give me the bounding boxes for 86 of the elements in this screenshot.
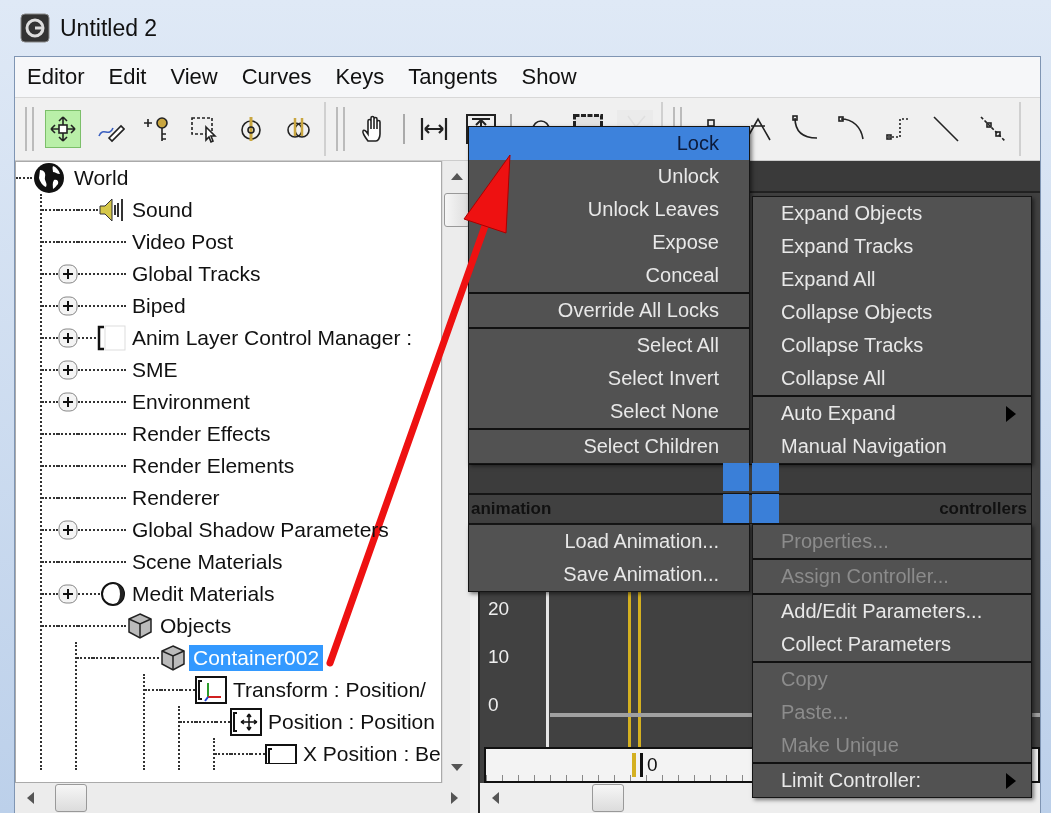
tree-item[interactable]: Sound bbox=[128, 197, 197, 223]
menu-item[interactable]: Expand Objects bbox=[753, 197, 1031, 230]
menu-item[interactable]: Collapse Tracks bbox=[753, 329, 1031, 362]
tree-item[interactable]: Biped bbox=[128, 293, 190, 319]
toolbar-grip[interactable] bbox=[336, 107, 345, 151]
tree-item[interactable]: SME bbox=[128, 357, 182, 383]
menu-item[interactable]: Limit Controller: bbox=[753, 764, 1031, 797]
menu-item[interactable]: Load Animation... bbox=[469, 525, 749, 558]
bracket-icon bbox=[96, 324, 126, 352]
cube-icon bbox=[126, 612, 154, 640]
cube-icon bbox=[159, 644, 187, 672]
playhead-marker[interactable] bbox=[632, 753, 636, 777]
diagonal-line-icon bbox=[931, 114, 961, 144]
tree-item[interactable]: Renderer bbox=[128, 485, 224, 511]
axis-label: 20 bbox=[488, 598, 510, 620]
selection-cursor-icon bbox=[189, 114, 219, 144]
move-arrows-icon bbox=[48, 114, 78, 144]
expand-icon[interactable] bbox=[58, 360, 78, 380]
menu-item[interactable]: Select All bbox=[469, 329, 749, 362]
expand-icon[interactable] bbox=[58, 296, 78, 316]
axis-label: 10 bbox=[488, 646, 510, 668]
tree-item[interactable]: Anim Layer Control Manager : bbox=[128, 325, 417, 351]
expand-icon[interactable] bbox=[58, 584, 78, 604]
frame-label: 0 bbox=[640, 753, 658, 777]
tree-item[interactable]: X Position : Be bbox=[299, 741, 441, 767]
move-arrows-icon bbox=[230, 708, 262, 736]
bracket-icon bbox=[265, 744, 297, 764]
menu-item[interactable]: Select None bbox=[469, 395, 749, 428]
expand-icon[interactable] bbox=[58, 520, 78, 540]
tree-item[interactable]: Scene Materials bbox=[128, 549, 287, 575]
tree-item[interactable]: Video Post bbox=[128, 229, 238, 255]
tree-item[interactable]: World bbox=[70, 165, 133, 191]
menu-item[interactable]: Select Invert bbox=[469, 362, 749, 395]
tree-item[interactable]: Environment bbox=[128, 389, 254, 415]
menu-item[interactable]: Conceal bbox=[469, 259, 749, 292]
dotted-line-icon bbox=[978, 114, 1008, 144]
scroll-thumb[interactable] bbox=[55, 784, 87, 812]
vertical-scrollbar[interactable] bbox=[442, 161, 470, 783]
tree-item[interactable]: Objects bbox=[156, 613, 236, 639]
scroll-left-icon[interactable] bbox=[490, 791, 500, 805]
scroll-left-icon[interactable] bbox=[25, 791, 35, 805]
menu-item[interactable]: Unlock Leaves bbox=[469, 193, 749, 226]
menu-item[interactable]: Select Children bbox=[469, 430, 749, 463]
menu-item[interactable]: Curves bbox=[229, 64, 324, 90]
menu-item[interactable]: Tangents bbox=[396, 64, 510, 90]
scroll-down-icon[interactable] bbox=[449, 763, 464, 773]
tree-item[interactable]: Render Effects bbox=[128, 421, 275, 447]
tree-item[interactable]: Global Tracks bbox=[128, 261, 265, 287]
scroll-right-icon[interactable] bbox=[450, 791, 460, 805]
tree-item[interactable]: Position : Position bbox=[264, 709, 439, 735]
scroll-thumb[interactable] bbox=[592, 784, 624, 812]
scroll-thumb[interactable] bbox=[443, 193, 470, 227]
tree-item[interactable]: Transform : Position/ bbox=[229, 677, 430, 703]
menu-item[interactable]: Manual Navigation bbox=[753, 430, 1031, 463]
transform-icon bbox=[195, 676, 227, 704]
menu-item[interactable]: Save Animation... bbox=[469, 558, 749, 591]
menu-item[interactable]: Collect Parameters bbox=[753, 628, 1031, 661]
quad-center-icon bbox=[723, 463, 779, 523]
menu-item[interactable]: Lock bbox=[469, 127, 749, 160]
menu-item[interactable]: Edit bbox=[96, 64, 159, 90]
menu-item[interactable]: Expand All bbox=[753, 263, 1031, 296]
app-icon bbox=[20, 13, 50, 43]
expand-icon[interactable] bbox=[58, 328, 78, 348]
menu-item[interactable]: Add/Edit Parameters... bbox=[753, 595, 1031, 628]
menu-item[interactable]: Collapse Objects bbox=[753, 296, 1031, 329]
expand-icon[interactable] bbox=[58, 392, 78, 412]
scroll-up-icon[interactable] bbox=[449, 171, 464, 181]
menu-item[interactable]: Auto Expand bbox=[753, 397, 1031, 430]
tree-item[interactable]: Medit Materials bbox=[128, 581, 279, 607]
menu-item[interactable]: Expose bbox=[469, 226, 749, 259]
tree-item[interactable]: Render Elements bbox=[128, 453, 299, 479]
horizontal-scrollbar[interactable] bbox=[15, 783, 470, 813]
menu-item[interactable]: Unlock bbox=[469, 160, 749, 193]
toolbar-grip[interactable] bbox=[25, 107, 34, 151]
menu-item[interactable]: Override All Locks bbox=[469, 294, 749, 327]
menu-item[interactable]: Expand Tracks bbox=[753, 230, 1031, 263]
expand-icon[interactable] bbox=[58, 264, 78, 284]
move-keys-button[interactable] bbox=[45, 110, 81, 148]
axis-label: 0 bbox=[488, 694, 499, 716]
window-title: Untitled 2 bbox=[60, 14, 158, 42]
menu-item[interactable]: Collapse All bbox=[753, 362, 1031, 395]
menu-item[interactable]: Keys bbox=[323, 64, 397, 90]
menu-item[interactable]: Editor bbox=[15, 64, 97, 90]
menu-item[interactable]: View bbox=[158, 64, 230, 90]
menu-item[interactable]: Show bbox=[509, 64, 589, 90]
sphere-icon bbox=[100, 581, 126, 607]
